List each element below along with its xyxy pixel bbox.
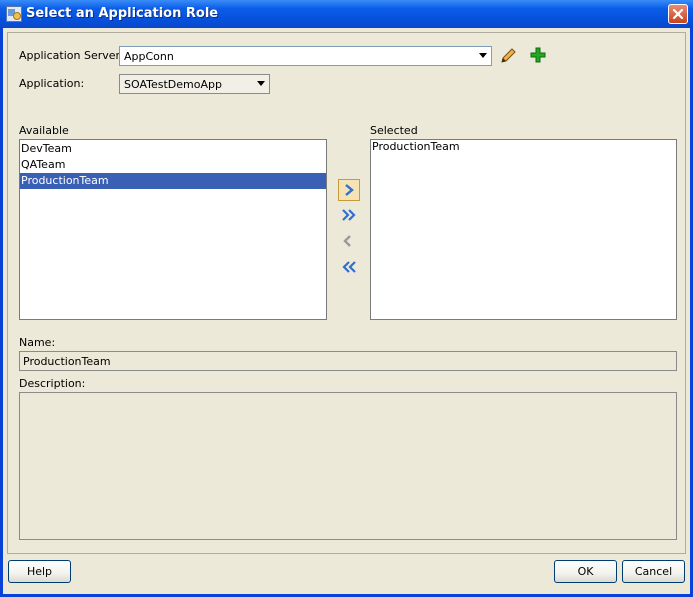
help-button[interactable]: Help (8, 560, 71, 583)
application-select[interactable]: SOATestDemoApp (119, 74, 270, 94)
close-button[interactable] (668, 4, 688, 24)
application-label: Application: (19, 77, 85, 90)
double-chevron-right-icon (342, 209, 356, 221)
close-icon (672, 8, 684, 20)
app-server-select[interactable]: AppConn (119, 46, 492, 66)
app-role-icon (6, 6, 22, 22)
chevron-down-icon (257, 81, 265, 86)
description-field[interactable] (19, 392, 677, 540)
help-button-label: Help (26, 565, 53, 578)
move-right-button[interactable] (338, 179, 360, 201)
title-bar[interactable]: Select an Application Role (0, 0, 693, 28)
selected-label: Selected (370, 124, 418, 137)
chevron-down-icon (479, 53, 487, 58)
chevron-left-icon (343, 235, 351, 247)
name-value: ProductionTeam (23, 355, 111, 368)
move-all-left-button[interactable] (338, 257, 360, 279)
list-item[interactable]: QATeam (20, 157, 326, 173)
move-left-button[interactable] (338, 231, 360, 253)
plus-icon[interactable] (530, 47, 546, 66)
ok-button-label: OK (577, 565, 594, 578)
dialog-window: Select an Application Role Application S… (0, 0, 693, 597)
cancel-button-label: Cancel (634, 565, 673, 578)
list-item-selected[interactable]: ProductionTeam (20, 173, 326, 189)
window-title: Select an Application Role (26, 6, 219, 21)
name-label: Name: (19, 336, 56, 349)
content-panel: Application Server: AppConn Application:… (7, 32, 686, 554)
app-server-value: AppConn (124, 50, 174, 63)
pencil-icon[interactable] (499, 47, 517, 68)
description-label: Description: (19, 377, 86, 390)
double-chevron-left-icon (342, 261, 356, 273)
move-all-right-button[interactable] (338, 205, 360, 227)
available-list[interactable]: DevTeam QATeam ProductionTeam (19, 139, 327, 320)
ok-button[interactable]: OK (554, 560, 617, 583)
name-field[interactable]: ProductionTeam (19, 351, 677, 371)
dialog-client-area: Application Server: AppConn Application:… (3, 28, 690, 594)
list-item[interactable]: DevTeam (20, 141, 326, 157)
application-value: SOATestDemoApp (124, 78, 222, 91)
selected-list[interactable]: ProductionTeam (370, 139, 677, 320)
cancel-button[interactable]: Cancel (622, 560, 685, 583)
app-server-label: Application Server: (19, 49, 124, 62)
available-label: Available (19, 124, 69, 137)
list-item[interactable]: ProductionTeam (371, 139, 676, 155)
chevron-right-icon (345, 184, 354, 196)
